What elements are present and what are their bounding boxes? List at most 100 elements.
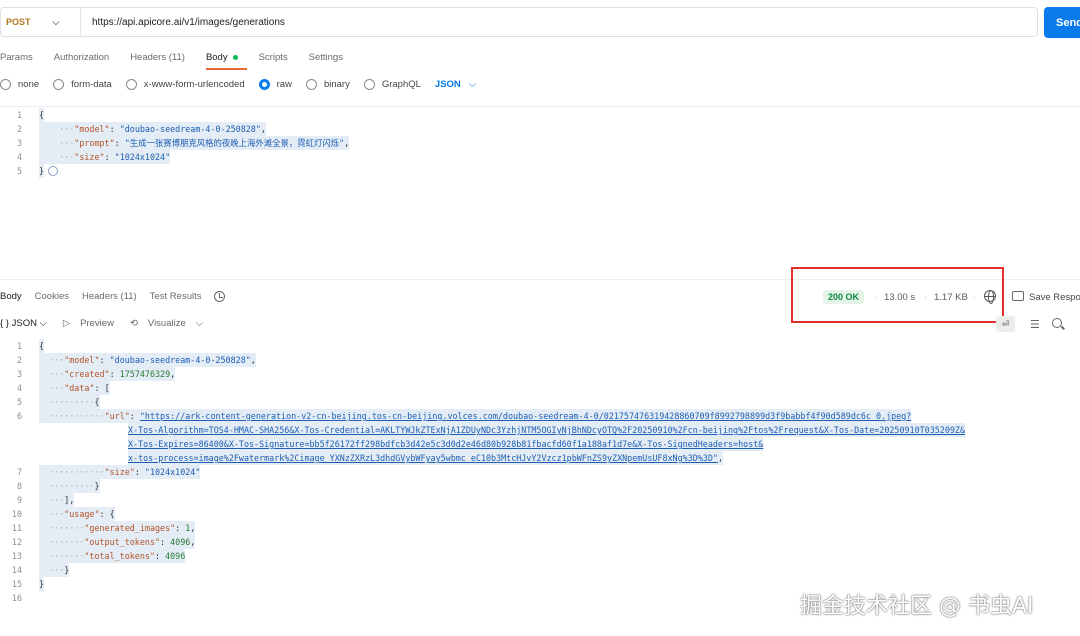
visualize-button[interactable]: Visualize (148, 318, 186, 329)
history-icon[interactable] (214, 291, 226, 302)
json-value: "1024x1024" (114, 152, 171, 162)
line-number: 1 (16, 110, 22, 120)
code-line: ·······"generated_images": 1, (39, 521, 196, 535)
radio-circle-icon (0, 79, 11, 90)
send-button[interactable]: Send (1044, 7, 1080, 38)
divider (0, 106, 1080, 107)
url-link[interactable]: "https://ark-content-generation-v2-cn-be… (140, 411, 911, 421)
radio-none[interactable]: none (0, 79, 39, 90)
radio-circle-icon (305, 79, 317, 90)
code-line: ···"prompt": "生成一张赛博朋克风格的夜晚上海外滩全景，霓虹灯闪烁"… (39, 136, 350, 150)
json-key: "output_tokens" (84, 537, 161, 547)
radio-label: x-www-form-urlencoded (143, 79, 245, 90)
code-line: ·········} (39, 479, 100, 493)
line-number: 4 (16, 383, 22, 393)
request-tabs: Params Authorization Headers (11) Body S… (0, 52, 364, 70)
annotation-highlight-box (791, 267, 1004, 323)
code-line: ·······"output_tokens": 4096, (39, 535, 196, 549)
radio-selected-icon (258, 79, 270, 90)
line-number: 5 (16, 397, 22, 407)
line-number: 2 (16, 124, 22, 134)
radio-label: none (18, 79, 40, 90)
json-key: "total_tokens" (84, 551, 155, 561)
json-key: "url" (104, 411, 130, 421)
url-link[interactable]: X-Tos-Algorithm=TOS4-HMAC-SHA256&X-Tos-C… (128, 425, 965, 435)
radio-label: raw (276, 79, 292, 90)
play-icon: ▷ (62, 318, 71, 329)
chevron-down-icon: ⌵ (468, 79, 476, 90)
response-format-label: JSON (11, 318, 37, 329)
tab-response-headers[interactable]: Headers (11) (82, 291, 137, 302)
raw-format-select[interactable]: JSON ⌵ (435, 79, 476, 90)
response-body-viewer[interactable]: 1 { 2 ···"model": "doubao-seedream-4-0-25… (0, 339, 1080, 605)
radio-urlencoded[interactable]: x-www-form-urlencoded (125, 79, 245, 90)
json-value: "生成一张赛博朋克风格的夜晚上海外滩全景，霓虹灯闪烁" (124, 138, 345, 148)
line-number: 7 (16, 467, 22, 477)
tab-test-results[interactable]: Test Results (150, 291, 202, 302)
code-line: ···} (39, 563, 70, 577)
response-format-select[interactable]: { } JSON ⌵ (0, 318, 47, 329)
tab-authorization[interactable]: Authorization (54, 52, 109, 63)
radio-circle-icon (363, 79, 375, 90)
wrap-lines-icon[interactable]: ⏎ (996, 316, 1015, 332)
save-response-icon[interactable] (1012, 291, 1024, 301)
ai-assist-icon[interactable] (48, 166, 58, 176)
method-label: POST (6, 17, 31, 27)
code-line: ···"usage": { (39, 507, 115, 521)
radio-binary[interactable]: binary (305, 79, 350, 90)
chevron-down-icon[interactable]: ⌵ (196, 318, 203, 329)
code-brace: { (39, 108, 45, 122)
json-key: "created" (64, 369, 110, 379)
json-key: "model" (64, 355, 100, 365)
tab-body[interactable]: Body (205, 52, 247, 70)
tab-body-label: Body (205, 52, 228, 63)
tab-settings[interactable]: Settings (309, 52, 343, 63)
json-value: 1757476329 (119, 369, 171, 379)
line-number: 2 (16, 355, 22, 365)
code-line: ·········{ (39, 395, 100, 409)
search-icon[interactable] (1052, 318, 1062, 328)
modified-dot-icon (232, 54, 238, 60)
url-bar: POST ⌵ https://api.apicore.ai/v1/images/… (0, 7, 1038, 37)
url-link[interactable]: x-tos-process=image%2Fwatermark%2Cimage_… (128, 453, 718, 463)
filter-icon[interactable]: ☰ (1030, 318, 1040, 331)
tab-scripts[interactable]: Scripts (259, 52, 288, 63)
chevron-down-icon: ⌵ (52, 16, 60, 27)
json-key: "size" (104, 467, 135, 477)
radio-form-data[interactable]: form-data (53, 79, 112, 90)
code-line: ···], (39, 493, 75, 507)
code-line: ···"data": [ (39, 381, 110, 395)
json-key: "usage" (64, 509, 100, 519)
chevron-down-icon: ⌵ (39, 318, 47, 329)
line-number: 11 (11, 523, 22, 533)
tab-cookies[interactable]: Cookies (35, 291, 69, 302)
code-line: ···"created": 1757476329, (39, 367, 176, 381)
code-line: ···"size": "1024x1024" (39, 150, 171, 164)
tab-response-body[interactable]: Body (0, 291, 22, 302)
url-link[interactable]: X-Tos-Expires=86400&X-Tos-Signature=bb5f… (128, 439, 763, 449)
radio-graphql[interactable]: GraphQL (363, 79, 421, 90)
code-line: ···"model": "doubao-seedream-4-0-250828"… (39, 353, 256, 367)
code-line: ···········"url": "https://ark-content-g… (39, 409, 912, 423)
radio-raw[interactable]: raw (258, 79, 292, 90)
line-number: 3 (16, 369, 22, 379)
line-number: 15 (11, 579, 22, 589)
code-brace: } (39, 577, 45, 591)
code-line: x-tos-process=image%2Fwatermark%2Cimage_… (128, 451, 723, 465)
response-toolbar: { } JSON ⌵ ▷ Preview ⟲ Visualize ⌵ (0, 318, 213, 329)
line-number: 8 (16, 481, 22, 491)
line-number: 10 (11, 509, 22, 519)
save-response-button[interactable]: Save Response (1029, 292, 1080, 303)
json-value: "doubao-seedream-4-0-250828" (119, 124, 261, 134)
tab-headers[interactable]: Headers (11) (130, 52, 185, 63)
json-value: 4096 (165, 551, 186, 561)
line-number: 16 (11, 593, 22, 603)
line-number: 6 (16, 411, 22, 421)
url-input[interactable]: https://api.apicore.ai/v1/images/generat… (81, 17, 285, 28)
method-select[interactable]: POST ⌵ (1, 8, 81, 36)
json-key: "prompt" (74, 138, 115, 148)
code-brace: { (39, 339, 45, 353)
request-body-editor[interactable]: 1 { 2 ···"model": "doubao-seedream-4-0-25… (0, 108, 1080, 178)
tab-params[interactable]: Params (0, 52, 33, 63)
preview-button[interactable]: Preview (80, 318, 114, 329)
